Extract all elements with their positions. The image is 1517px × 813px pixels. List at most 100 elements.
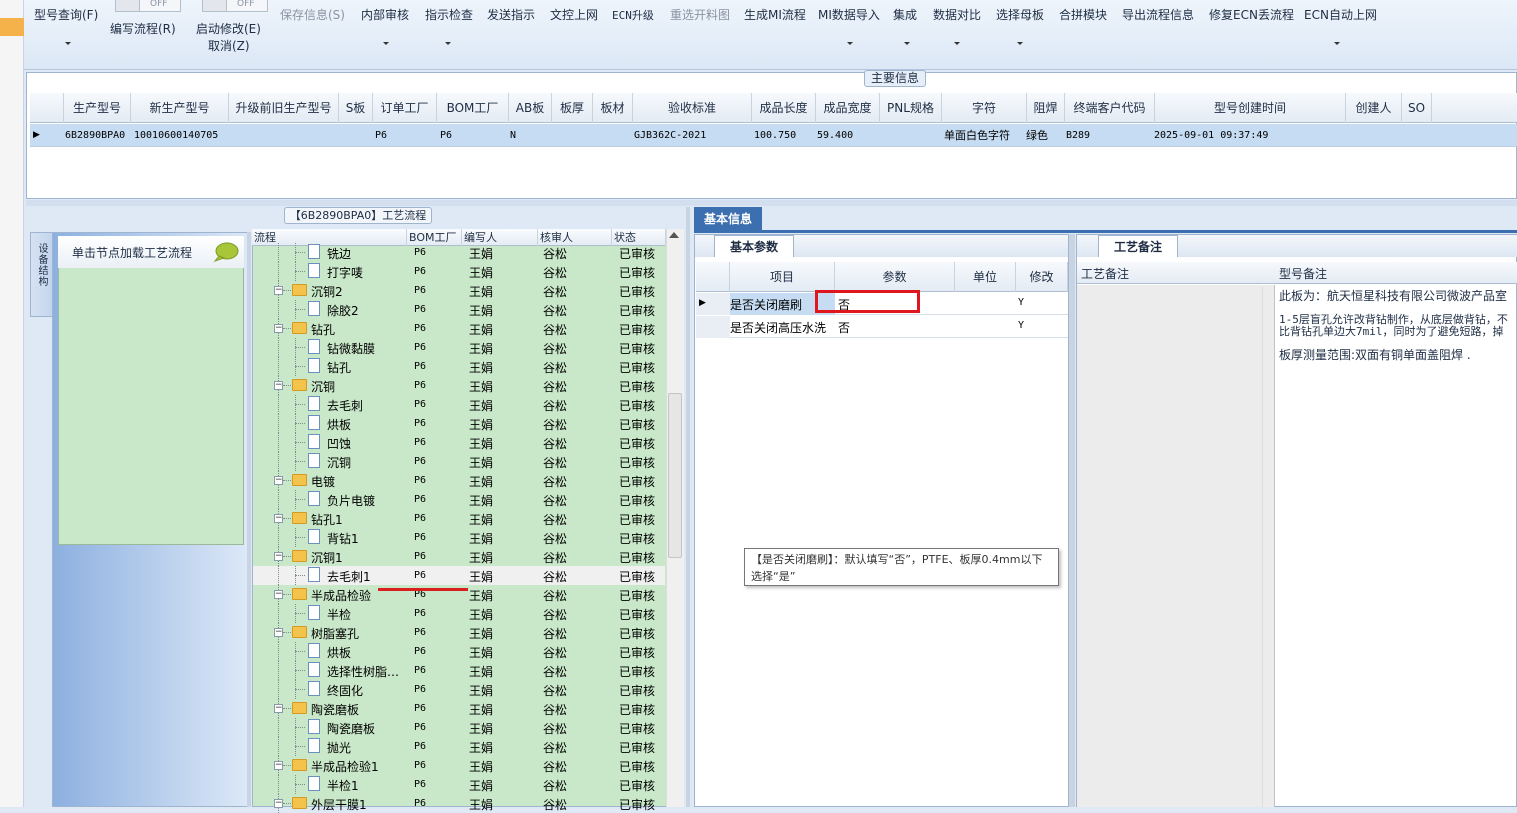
flow-tree-row[interactable]: 去毛刺1 P6 王娟 谷松 已审核 [253,566,665,585]
send-instruction-button[interactable]: 发送指示 [487,6,535,23]
cell-solder-mask[interactable]: 绿色 [1026,124,1048,147]
cell-model[interactable]: 6B2890BPA0 [65,124,125,147]
cell-length[interactable]: 100.750 [754,124,796,147]
flow-node-name[interactable]: 沉铜 [311,378,335,395]
flow-tree-row[interactable]: 负片电镀 P6 王娟 谷松 已审核 [253,490,665,509]
flow-node-name[interactable]: 外层干膜1 [311,796,367,813]
vertical-splitter[interactable] [686,207,690,807]
flow-node-name[interactable]: 陶瓷磨板 [311,701,359,718]
flow-tree-row[interactable]: 去毛刺 P6 王娟 谷松 已审核 [253,395,665,414]
col-header[interactable]: 板厚 [552,93,593,123]
col-header[interactable]: 订单工厂 [373,93,437,123]
flow-tree-row[interactable]: − 沉铜1 P6 王娟 谷松 已审核 [253,547,665,566]
flow-tree-row[interactable]: 背钻1 P6 王娟 谷松 已审核 [253,528,665,547]
param-item[interactable]: 是否关闭高压水洗 [730,319,835,336]
flow-node-name[interactable]: 背钻1 [327,530,359,547]
tab-process-remark[interactable]: 工艺备注 [1098,235,1178,257]
chevron-down-icon[interactable] [65,42,71,45]
flow-node-name[interactable]: 钻微黏膜 [327,340,375,357]
flow-tree-row[interactable]: 烘板 P6 王娟 谷松 已审核 [253,642,665,661]
col-header[interactable]: 升级前旧生产型号 [229,93,339,123]
col-header[interactable]: BOM工厂 [437,93,509,123]
flow-node-name[interactable]: 沉铜1 [311,549,343,566]
cell-customer-code[interactable]: B289 [1066,124,1090,147]
nav-side-tab[interactable]: 设备结构 [30,232,52,317]
col-header[interactable]: AB板 [509,93,552,123]
flow-node-name[interactable]: 沉铜 [327,454,351,471]
param-modify[interactable]: Y [1018,297,1024,308]
flow-node-name[interactable]: 烘板 [327,644,351,661]
col-header[interactable]: 验收标准 [633,93,752,123]
collapse-icon[interactable]: − [274,514,283,523]
flow-tree-row[interactable]: 烘板 P6 王娟 谷松 已审核 [253,414,665,433]
start-modify-toggle[interactable]: OFF [202,0,268,12]
collapse-icon[interactable]: − [274,286,283,295]
cell-standard[interactable]: GJB362C-2021 [634,124,706,147]
col-header[interactable]: 板材 [593,93,633,123]
cell-order-factory[interactable]: P6 [375,124,387,147]
process-remark-field[interactable] [1077,285,1275,807]
flow-tree-row[interactable]: − 钻孔 P6 王娟 谷松 已审核 [253,319,665,338]
flow-tree-row[interactable]: 选择性树脂… P6 王娟 谷松 已审核 [253,661,665,680]
flow-node-name[interactable]: 半成品检验 [311,587,371,604]
flow-tree-row[interactable]: − 外层干膜1 P6 王娟 谷松 已审核 [253,794,665,813]
flow-node-name[interactable]: 铣边 [327,245,351,262]
save-info-button[interactable]: 保存信息(S) [280,6,345,23]
internal-review-button[interactable]: 内部审核 [361,6,409,23]
flow-node-name[interactable]: 电镀 [311,473,335,490]
flow-tree-row[interactable]: 打字唛 P6 王娟 谷松 已审核 [253,262,665,281]
ecn-auto-online-button[interactable]: ECN自动上网 [1304,6,1377,23]
row-indicator-header[interactable] [696,262,730,292]
col-header[interactable]: 参数 [835,262,955,292]
flow-node-name[interactable]: 打字唛 [327,264,363,281]
cell-width[interactable]: 59.400 [817,124,853,147]
model-query-button[interactable]: 型号查询(F) [34,6,98,23]
flow-node-name[interactable]: 凹蚀 [327,435,351,452]
vertical-splitter[interactable] [1069,234,1075,807]
flow-node-name[interactable]: 半成品检验1 [311,758,379,775]
cell-bom-factory[interactable]: P6 [440,124,452,147]
flow-tree-row[interactable]: 半检 P6 王娟 谷松 已审核 [253,604,665,623]
flow-node-name[interactable]: 陶瓷磨板 [327,720,375,737]
col-header[interactable]: 项目 [730,262,835,292]
col-header[interactable]: 阻焊 [1027,93,1065,123]
flow-tree-row[interactable]: 半检1 P6 王娟 谷松 已审核 [253,775,665,794]
flow-tree-row[interactable]: 陶瓷磨板 P6 王娟 谷松 已审核 [253,718,665,737]
doc-control-online-button[interactable]: 文控上网 [550,6,598,23]
flow-node-name[interactable]: 去毛刺 [327,397,363,414]
flow-node-name[interactable]: 钻孔1 [311,511,343,528]
col-header[interactable]: SO [1402,93,1432,123]
mi-data-import-button[interactable]: MI数据导入 [818,6,880,23]
flow-tree-row[interactable]: − 树脂塞孔 P6 王娟 谷松 已审核 [253,623,665,642]
collapse-icon[interactable]: − [274,590,283,599]
col-header[interactable]: 型号创建时间 [1155,93,1346,123]
flow-node-name[interactable]: 钻孔 [311,321,335,338]
start-modify-button[interactable]: 启动修改(E) [196,20,261,37]
flow-node-name[interactable]: 半检1 [327,777,359,794]
flow-node-name[interactable]: 烘板 [327,416,351,433]
param-value[interactable]: 否 [838,319,850,336]
flow-tree-row[interactable]: − 沉铜 P6 王娟 谷松 已审核 [253,376,665,395]
edit-flow-toggle[interactable]: OFF [115,0,181,12]
cell-ab-board[interactable]: N [510,124,516,147]
flow-tree-row[interactable]: − 半成品检验1 P6 王娟 谷松 已审核 [253,756,665,775]
collapse-icon[interactable]: − [274,476,283,485]
generate-mi-flow-button[interactable]: 生成MI流程 [744,6,806,23]
chevron-down-icon[interactable] [847,42,853,45]
flow-node-name[interactable]: 除胶2 [327,302,359,319]
flow-tree-row[interactable]: 终固化 P6 王娟 谷松 已审核 [253,680,665,699]
col-header[interactable]: 单位 [955,262,1016,292]
integrate-button[interactable]: 集成 [893,6,917,23]
col-header[interactable]: PNL规格 [880,93,942,123]
flow-tree-row[interactable]: − 沉铜2 P6 王娟 谷松 已审核 [253,281,665,300]
collapse-icon[interactable]: − [274,552,283,561]
flow-tree-row[interactable]: 钻微黏膜 P6 王娟 谷松 已审核 [253,338,665,357]
chevron-down-icon[interactable] [904,42,910,45]
merge-module-button[interactable]: 合拼模块 [1059,6,1107,23]
chevron-down-icon[interactable] [954,42,960,45]
cell-new-model[interactable]: 10010600140705 [134,124,218,147]
flow-tree-row[interactable]: 沉铜 P6 王娟 谷松 已审核 [253,452,665,471]
scrollbar-thumb[interactable] [668,393,682,558]
flow-tree-row[interactable]: 除胶2 P6 王娟 谷松 已审核 [253,300,665,319]
col-header[interactable]: 生产型号 [64,93,131,123]
